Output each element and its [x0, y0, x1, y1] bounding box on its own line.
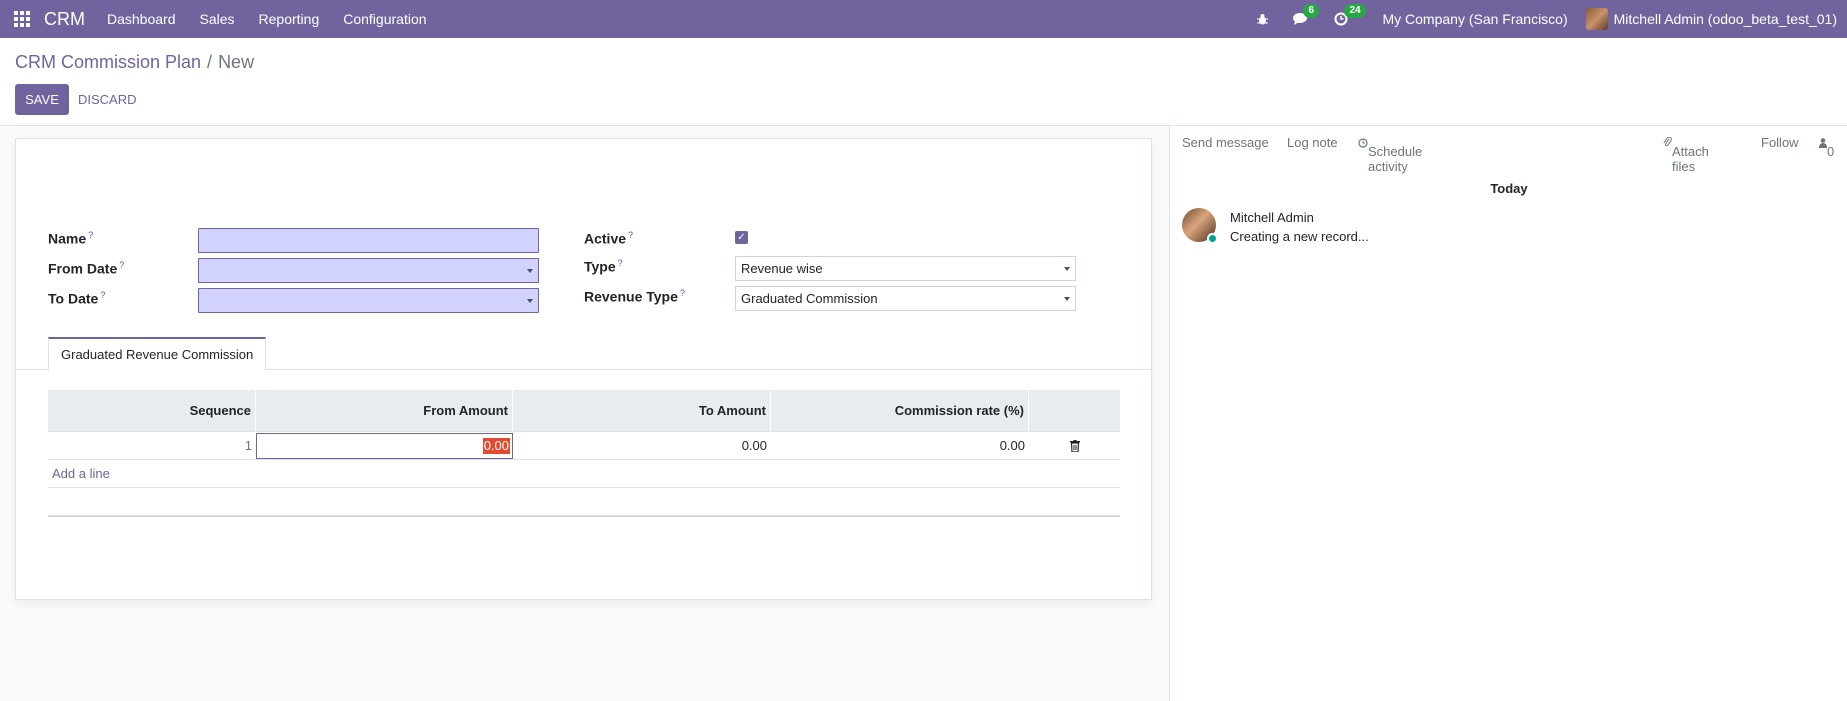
- follow-button[interactable]: Follow: [1761, 135, 1799, 150]
- chevron-down-icon: [527, 299, 533, 303]
- name-input[interactable]: [198, 228, 539, 253]
- message-body: Creating a new record...: [1230, 229, 1369, 244]
- messages-icon[interactable]: 6: [1293, 4, 1320, 26]
- breadcrumb-current: New: [218, 52, 255, 72]
- from-date-input[interactable]: [198, 258, 539, 283]
- debug-bug-icon[interactable]: [1256, 13, 1269, 26]
- paperclip-icon: [1663, 136, 1672, 147]
- chevron-down-icon: [527, 269, 533, 273]
- column-from-amount[interactable]: From Amount: [256, 390, 513, 432]
- activities-clock-icon[interactable]: 24: [1334, 4, 1366, 26]
- column-actions: [1029, 390, 1120, 432]
- add-line-link[interactable]: Add a line: [48, 460, 1120, 488]
- notebook-tabs: Graduated Revenue Commission: [16, 337, 1151, 371]
- log-note-button[interactable]: Log note: [1287, 135, 1338, 150]
- column-to-amount[interactable]: To Amount: [513, 390, 771, 432]
- activities-badge: 24: [1344, 4, 1366, 18]
- message-author-avatar[interactable]: [1182, 208, 1218, 244]
- user-avatar: [1585, 8, 1608, 30]
- message-author[interactable]: Mitchell Admin: [1230, 210, 1314, 225]
- type-select-value: Revenue wise: [741, 261, 823, 276]
- from-amount-value: 0.00: [482, 437, 510, 454]
- chatter-topbar: Send message Log note Schedule activity …: [1170, 126, 1847, 174]
- commission-lines-table: Sequence From Amount To Amount Commissio…: [48, 390, 1120, 517]
- menu-reporting[interactable]: Reporting: [259, 11, 320, 27]
- breadcrumb-separator: /: [207, 52, 213, 72]
- row-sequence[interactable]: 1: [48, 432, 256, 460]
- date-separator: Today: [1490, 181, 1528, 196]
- online-status-icon: [1207, 233, 1218, 244]
- table-footer: [48, 516, 1120, 517]
- active-help-icon[interactable]: ?: [628, 230, 633, 240]
- discard-button[interactable]: DISCARD: [78, 84, 137, 115]
- type-select[interactable]: Revenue wise: [735, 256, 1076, 281]
- table-header: Sequence From Amount To Amount Commissio…: [48, 390, 1120, 432]
- chevron-down-icon: [1064, 267, 1070, 271]
- name-label: Name?: [48, 230, 94, 247]
- name-help-icon[interactable]: ?: [88, 230, 93, 240]
- delete-row-trash-icon[interactable]: [1029, 432, 1120, 460]
- schedule-activity-button[interactable]: Schedule activity: [1358, 135, 1422, 174]
- attach-files-button[interactable]: Attach files: [1663, 135, 1709, 174]
- user-name: Mitchell Admin (odoo_beta_test_01): [1613, 11, 1837, 27]
- from-date-help-icon[interactable]: ?: [119, 260, 124, 270]
- revenue-type-select[interactable]: Graduated Commission: [735, 286, 1076, 311]
- clock-icon: [1358, 138, 1368, 148]
- type-help-icon[interactable]: ?: [618, 258, 623, 268]
- save-button[interactable]: SAVE: [15, 84, 69, 115]
- messages-badge: 6: [1303, 4, 1320, 18]
- form-sheet: Name? From Date? To Date? Active? ✓ Type…: [15, 138, 1152, 600]
- active-checkbox[interactable]: ✓: [735, 231, 748, 244]
- menu-sales[interactable]: Sales: [200, 11, 235, 27]
- to-date-input[interactable]: [198, 288, 539, 313]
- apps-menu-icon[interactable]: [0, 0, 44, 38]
- form-area: Name? From Date? To Date? Active? ✓ Type…: [0, 126, 1169, 701]
- followers-button[interactable]: 0: [1819, 135, 1834, 159]
- revenue-type-select-value: Graduated Commission: [741, 291, 878, 306]
- send-message-button[interactable]: Send message: [1182, 135, 1269, 150]
- to-date-label: To Date?: [48, 290, 106, 307]
- column-sequence[interactable]: Sequence: [48, 390, 256, 432]
- followers-count: 0: [1827, 144, 1835, 159]
- row-to-amount[interactable]: 0.00: [513, 432, 771, 460]
- menu-configuration[interactable]: Configuration: [343, 11, 426, 27]
- attach-files-label: Attach files: [1672, 144, 1709, 174]
- from-amount-input[interactable]: 0.00: [256, 432, 513, 459]
- chatter-panel: Send message Log note Schedule activity …: [1169, 126, 1847, 701]
- empty-row: [48, 488, 1120, 516]
- from-date-label: From Date?: [48, 260, 125, 277]
- table-row[interactable]: 1 0.00 0.00 0.00: [48, 432, 1120, 460]
- control-panel: CRM Commission Plan / New SAVE DISCARD: [0, 38, 1847, 126]
- type-label: Type?: [584, 258, 623, 275]
- top-navbar: CRM Dashboard Sales Reporting Configurat…: [0, 0, 1847, 38]
- active-label: Active?: [584, 230, 634, 247]
- menu-dashboard[interactable]: Dashboard: [107, 11, 176, 27]
- breadcrumb: CRM Commission Plan / New: [15, 52, 254, 73]
- user-icon: [1819, 138, 1827, 148]
- company-switcher[interactable]: My Company (San Francisco): [1382, 11, 1567, 27]
- column-commission-rate[interactable]: Commission rate (%): [771, 390, 1029, 432]
- schedule-activity-label: Schedule activity: [1368, 144, 1423, 174]
- revenue-type-label: Revenue Type?: [584, 288, 685, 305]
- user-menu[interactable]: Mitchell Admin (odoo_beta_test_01): [1585, 8, 1837, 30]
- row-commission-rate[interactable]: 0.00: [771, 432, 1029, 460]
- app-brand[interactable]: CRM: [44, 9, 85, 30]
- breadcrumb-parent[interactable]: CRM Commission Plan: [15, 52, 201, 72]
- to-date-help-icon[interactable]: ?: [100, 290, 105, 300]
- tab-graduated-revenue-commission[interactable]: Graduated Revenue Commission: [48, 337, 267, 371]
- chevron-down-icon: [1064, 297, 1070, 301]
- revenue-type-help-icon[interactable]: ?: [680, 288, 685, 298]
